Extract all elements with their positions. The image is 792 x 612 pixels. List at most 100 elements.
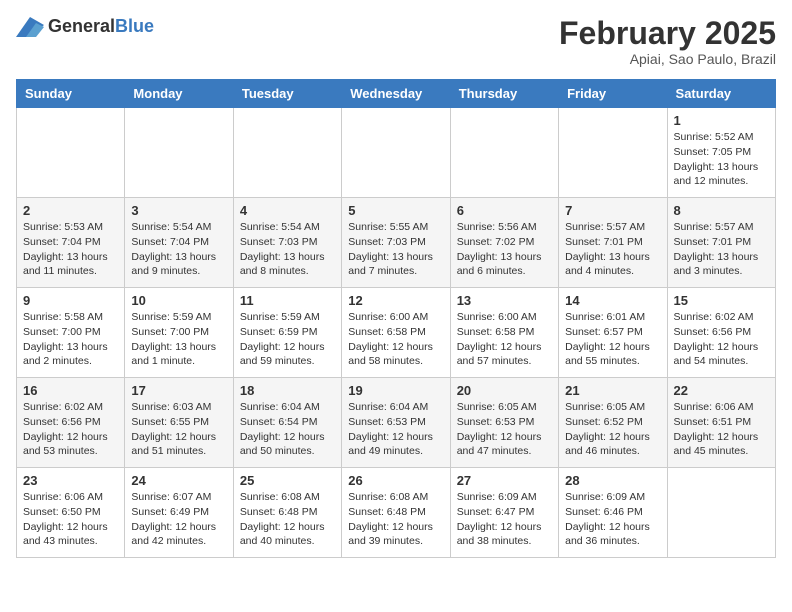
calendar-week-row: 2Sunrise: 5:53 AM Sunset: 7:04 PM Daylig…	[17, 198, 776, 288]
day-info: Sunrise: 6:00 AM Sunset: 6:58 PM Dayligh…	[348, 310, 443, 369]
day-number: 3	[131, 203, 226, 218]
day-info: Sunrise: 6:08 AM Sunset: 6:48 PM Dayligh…	[348, 490, 443, 549]
day-info: Sunrise: 6:05 AM Sunset: 6:53 PM Dayligh…	[457, 400, 552, 459]
day-info: Sunrise: 5:59 AM Sunset: 7:00 PM Dayligh…	[131, 310, 226, 369]
calendar-cell	[667, 468, 775, 558]
title-block: February 2025 Apiai, Sao Paulo, Brazil	[559, 16, 776, 67]
day-info: Sunrise: 6:02 AM Sunset: 6:56 PM Dayligh…	[674, 310, 769, 369]
calendar-cell: 24 Sunrise: 6:07 AM Sunset: 6:49 PM Dayli…	[125, 468, 233, 558]
day-number: 16	[23, 383, 118, 398]
weekday-header-saturday: Saturday	[667, 80, 775, 108]
day-number: 25	[240, 473, 335, 488]
day-info: Sunrise: 6:09 AM Sunset: 6:46 PM Dayligh…	[565, 490, 660, 549]
day-number: 28	[565, 473, 660, 488]
calendar-cell	[17, 108, 125, 198]
calendar-cell	[233, 108, 341, 198]
calendar-cell: 1 Sunrise: 5:52 AM Sunset: 7:05 PM Daylig…	[667, 108, 775, 198]
calendar-cell: 26 Sunrise: 6:08 AM Sunset: 6:48 PM Dayli…	[342, 468, 450, 558]
calendar-cell: 23 Sunrise: 6:06 AM Sunset: 6:50 PM Dayli…	[17, 468, 125, 558]
logo: GeneralBlue	[16, 16, 154, 37]
calendar-table: SundayMondayTuesdayWednesdayThursdayFrid…	[16, 79, 776, 558]
day-info: Sunrise: 6:04 AM Sunset: 6:53 PM Dayligh…	[348, 400, 443, 459]
calendar-cell: 14 Sunrise: 6:01 AM Sunset: 6:57 PM Dayli…	[559, 288, 667, 378]
day-number: 1	[674, 113, 769, 128]
calendar-header-row: SundayMondayTuesdayWednesdayThursdayFrid…	[17, 80, 776, 108]
day-info: Sunrise: 5:52 AM Sunset: 7:05 PM Dayligh…	[674, 130, 769, 189]
day-number: 17	[131, 383, 226, 398]
page-header: GeneralBlue February 2025 Apiai, Sao Pau…	[16, 16, 776, 67]
calendar-cell: 2Sunrise: 5:53 AM Sunset: 7:04 PM Daylig…	[17, 198, 125, 288]
weekday-header-friday: Friday	[559, 80, 667, 108]
calendar-cell: 22 Sunrise: 6:06 AM Sunset: 6:51 PM Dayli…	[667, 378, 775, 468]
day-number: 11	[240, 293, 335, 308]
day-info: Sunrise: 6:05 AM Sunset: 6:52 PM Dayligh…	[565, 400, 660, 459]
day-number: 12	[348, 293, 443, 308]
calendar-cell	[450, 108, 558, 198]
calendar-cell: 15 Sunrise: 6:02 AM Sunset: 6:56 PM Dayli…	[667, 288, 775, 378]
weekday-header-wednesday: Wednesday	[342, 80, 450, 108]
day-info: Sunrise: 6:01 AM Sunset: 6:57 PM Dayligh…	[565, 310, 660, 369]
day-number: 13	[457, 293, 552, 308]
day-info: Sunrise: 5:57 AM Sunset: 7:01 PM Dayligh…	[674, 220, 769, 279]
calendar-cell: 3Sunrise: 5:54 AM Sunset: 7:04 PM Daylig…	[125, 198, 233, 288]
day-info: Sunrise: 6:08 AM Sunset: 6:48 PM Dayligh…	[240, 490, 335, 549]
weekday-header-sunday: Sunday	[17, 80, 125, 108]
day-info: Sunrise: 6:07 AM Sunset: 6:49 PM Dayligh…	[131, 490, 226, 549]
calendar-cell: 21Sunrise: 6:05 AM Sunset: 6:52 PM Dayli…	[559, 378, 667, 468]
day-number: 15	[674, 293, 769, 308]
month-year-title: February 2025	[559, 16, 776, 51]
day-number: 24	[131, 473, 226, 488]
calendar-week-row: 9Sunrise: 5:58 AM Sunset: 7:00 PM Daylig…	[17, 288, 776, 378]
calendar-cell: 19Sunrise: 6:04 AM Sunset: 6:53 PM Dayli…	[342, 378, 450, 468]
day-info: Sunrise: 6:03 AM Sunset: 6:55 PM Dayligh…	[131, 400, 226, 459]
calendar-cell: 8 Sunrise: 5:57 AM Sunset: 7:01 PM Daylig…	[667, 198, 775, 288]
calendar-cell: 13 Sunrise: 6:00 AM Sunset: 6:58 PM Dayli…	[450, 288, 558, 378]
calendar-cell: 16Sunrise: 6:02 AM Sunset: 6:56 PM Dayli…	[17, 378, 125, 468]
calendar-cell: 17 Sunrise: 6:03 AM Sunset: 6:55 PM Dayli…	[125, 378, 233, 468]
calendar-cell: 5 Sunrise: 5:55 AM Sunset: 7:03 PM Daylig…	[342, 198, 450, 288]
logo-icon	[16, 17, 44, 37]
calendar-cell: 9Sunrise: 5:58 AM Sunset: 7:00 PM Daylig…	[17, 288, 125, 378]
day-info: Sunrise: 5:54 AM Sunset: 7:03 PM Dayligh…	[240, 220, 335, 279]
day-number: 23	[23, 473, 118, 488]
weekday-header-tuesday: Tuesday	[233, 80, 341, 108]
calendar-cell	[342, 108, 450, 198]
day-number: 4	[240, 203, 335, 218]
day-number: 14	[565, 293, 660, 308]
calendar-cell: 28 Sunrise: 6:09 AM Sunset: 6:46 PM Dayli…	[559, 468, 667, 558]
calendar-cell	[559, 108, 667, 198]
day-number: 5	[348, 203, 443, 218]
day-info: Sunrise: 5:53 AM Sunset: 7:04 PM Dayligh…	[23, 220, 118, 279]
day-info: Sunrise: 5:59 AM Sunset: 6:59 PM Dayligh…	[240, 310, 335, 369]
day-number: 8	[674, 203, 769, 218]
day-info: Sunrise: 5:58 AM Sunset: 7:00 PM Dayligh…	[23, 310, 118, 369]
day-number: 6	[457, 203, 552, 218]
calendar-cell: 12 Sunrise: 6:00 AM Sunset: 6:58 PM Dayli…	[342, 288, 450, 378]
location-subtitle: Apiai, Sao Paulo, Brazil	[559, 51, 776, 67]
day-info: Sunrise: 6:09 AM Sunset: 6:47 PM Dayligh…	[457, 490, 552, 549]
day-info: Sunrise: 5:56 AM Sunset: 7:02 PM Dayligh…	[457, 220, 552, 279]
weekday-header-thursday: Thursday	[450, 80, 558, 108]
day-number: 26	[348, 473, 443, 488]
calendar-week-row: 23 Sunrise: 6:06 AM Sunset: 6:50 PM Dayli…	[17, 468, 776, 558]
calendar-cell: 7 Sunrise: 5:57 AM Sunset: 7:01 PM Daylig…	[559, 198, 667, 288]
day-info: Sunrise: 5:57 AM Sunset: 7:01 PM Dayligh…	[565, 220, 660, 279]
calendar-cell: 27Sunrise: 6:09 AM Sunset: 6:47 PM Dayli…	[450, 468, 558, 558]
logo-general: General	[48, 16, 115, 36]
day-info: Sunrise: 6:04 AM Sunset: 6:54 PM Dayligh…	[240, 400, 335, 459]
day-info: Sunrise: 6:00 AM Sunset: 6:58 PM Dayligh…	[457, 310, 552, 369]
day-info: Sunrise: 6:06 AM Sunset: 6:51 PM Dayligh…	[674, 400, 769, 459]
day-info: Sunrise: 6:06 AM Sunset: 6:50 PM Dayligh…	[23, 490, 118, 549]
day-number: 18	[240, 383, 335, 398]
day-info: Sunrise: 5:55 AM Sunset: 7:03 PM Dayligh…	[348, 220, 443, 279]
calendar-week-row: 1 Sunrise: 5:52 AM Sunset: 7:05 PM Daylig…	[17, 108, 776, 198]
calendar-cell: 20 Sunrise: 6:05 AM Sunset: 6:53 PM Dayli…	[450, 378, 558, 468]
calendar-cell: 25 Sunrise: 6:08 AM Sunset: 6:48 PM Dayli…	[233, 468, 341, 558]
calendar-week-row: 16Sunrise: 6:02 AM Sunset: 6:56 PM Dayli…	[17, 378, 776, 468]
day-number: 7	[565, 203, 660, 218]
day-number: 20	[457, 383, 552, 398]
calendar-cell: 18 Sunrise: 6:04 AM Sunset: 6:54 PM Dayli…	[233, 378, 341, 468]
weekday-header-monday: Monday	[125, 80, 233, 108]
day-number: 22	[674, 383, 769, 398]
day-number: 10	[131, 293, 226, 308]
